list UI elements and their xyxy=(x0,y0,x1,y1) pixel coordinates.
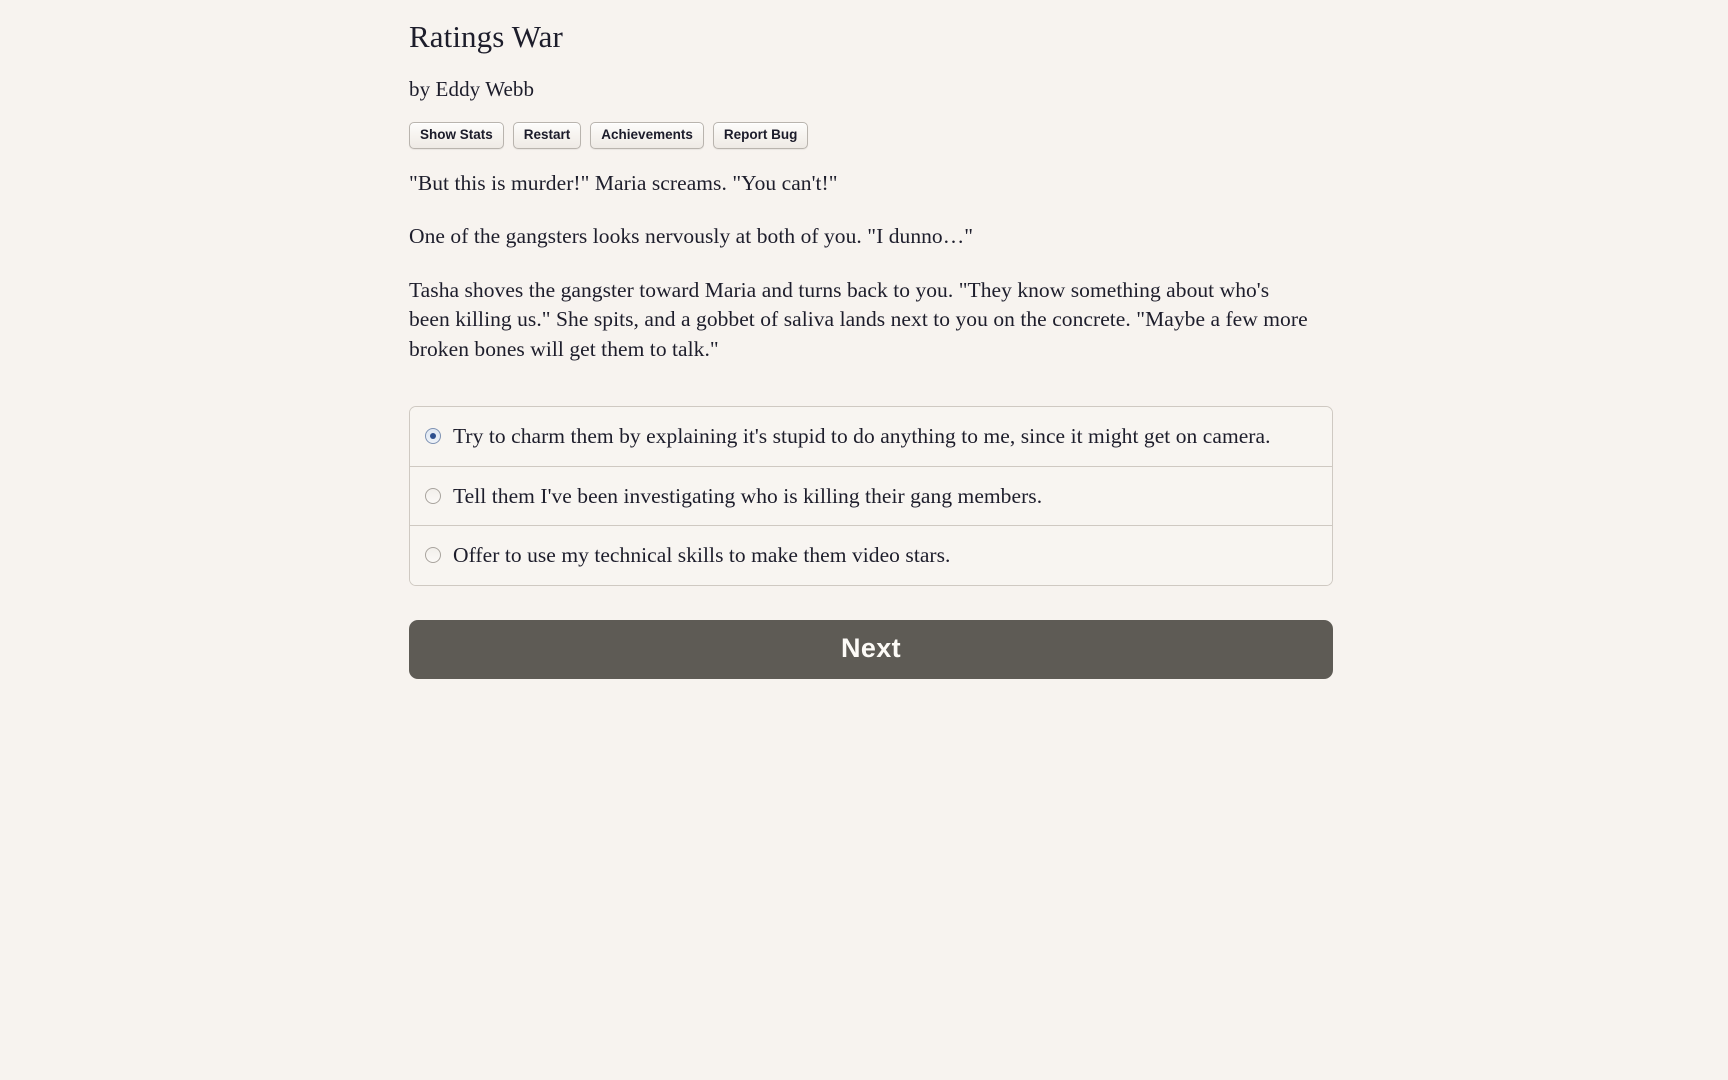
radio-unselected-icon[interactable] xyxy=(425,487,441,504)
choice-option[interactable]: Tell them I've been investigating who is… xyxy=(410,466,1332,527)
achievements-button[interactable]: Achievements xyxy=(590,122,704,149)
story-paragraph: "But this is murder!" Maria screams. "Yo… xyxy=(409,170,838,195)
choice-label: Tell them I've been investigating who is… xyxy=(453,483,1043,508)
page-title: Ratings War xyxy=(409,19,563,54)
story-paragraph: Tasha shoves the gangster toward Maria a… xyxy=(409,277,1308,361)
show-stats-button[interactable]: Show Stats xyxy=(409,122,504,149)
radio-selected-icon[interactable] xyxy=(425,427,441,444)
game-page: Ratings War by Eddy Webb Show Stats Resta… xyxy=(0,0,1728,1080)
choice-option[interactable]: Try to charm them by explaining it's stu… xyxy=(410,406,1332,467)
story-paragraph: One of the gangsters looks nervously at … xyxy=(409,224,974,249)
story-text: "But this is murder!" Maria screams. "Yo… xyxy=(409,149,1339,364)
author-byline: by Eddy Webb xyxy=(409,77,535,102)
choice-label: Try to charm them by explaining it's stu… xyxy=(453,423,1271,448)
restart-button[interactable]: Restart xyxy=(512,122,582,149)
radio-unselected-icon[interactable] xyxy=(425,547,441,564)
choice-label: Offer to use my technical skills to make… xyxy=(453,543,951,568)
toolbar: Show Stats Restart Achievements Report Bug xyxy=(409,102,1339,149)
main-column: Ratings War by Eddy Webb Show Stats Resta… xyxy=(409,0,1339,679)
choice-option[interactable]: Offer to use my technical skills to make… xyxy=(410,526,1332,585)
choice-list[interactable]: Try to charm them by explaining it's stu… xyxy=(409,405,1333,586)
report-bug-button[interactable]: Report Bug xyxy=(712,122,809,149)
next-button[interactable]: Next xyxy=(409,619,1333,679)
